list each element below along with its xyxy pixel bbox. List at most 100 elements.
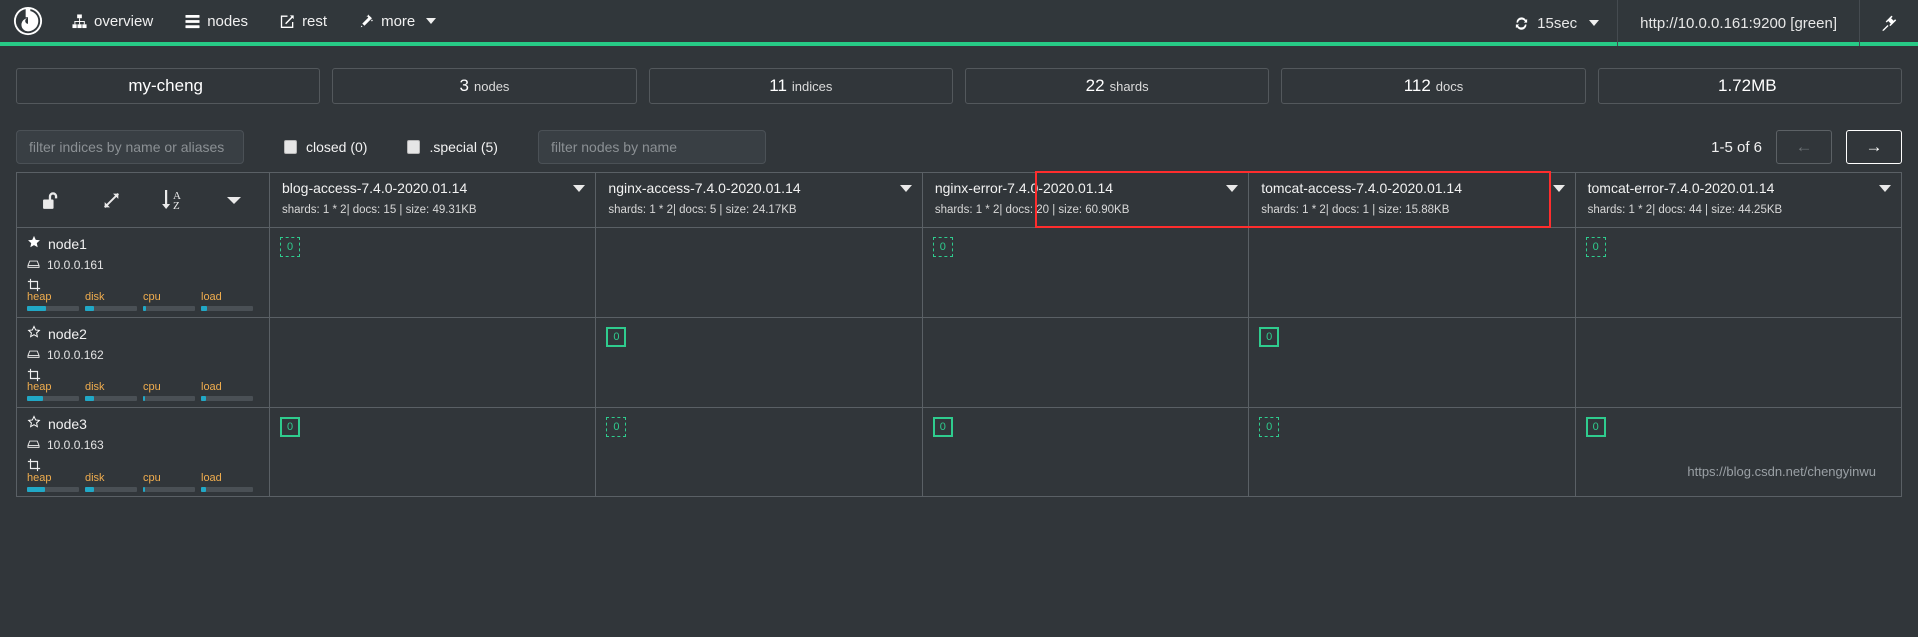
gauge-label: cpu [143, 381, 161, 393]
pagination: 1-5 of 6 ← → [1711, 130, 1902, 164]
stat-unit: indices [791, 78, 833, 94]
index-header: tomcat-error-7.4.0-2020.01.14 shards: 1 … [1575, 173, 1901, 228]
chevron-down-icon[interactable] [224, 190, 244, 210]
nav-item-nodes[interactable]: nodes [169, 0, 264, 44]
shard-replica[interactable]: 0 [606, 417, 627, 437]
gauge-label: disk [85, 291, 105, 303]
node-ip-label: 10.0.0.161 [47, 258, 104, 272]
plug-icon [1881, 15, 1898, 32]
shard-primary[interactable]: 0 [1259, 327, 1280, 347]
expand-arrows-icon[interactable] [101, 190, 122, 211]
cerebro-logo-icon[interactable] [0, 0, 56, 44]
star-outline-icon [27, 325, 41, 342]
index-menu-chevron-down-icon[interactable] [573, 185, 586, 192]
refresh-interval-label: 15sec [1537, 14, 1578, 32]
shard-cell [1575, 318, 1901, 408]
index-column: nginx-error-7.4.0-2020.01.14 shards: 1 *… [922, 173, 1250, 496]
pagination-prev-button[interactable]: ← [1776, 130, 1832, 164]
gauge-bar [27, 306, 79, 311]
svg-text:Z: Z [173, 200, 180, 212]
gauge-fill [143, 487, 146, 492]
filter-nodes-input[interactable] [537, 130, 766, 164]
filter-closed-checkbox[interactable]: closed (0) [284, 139, 367, 155]
gauge-cpu: cpu [143, 381, 201, 401]
hdd-icon [27, 437, 40, 453]
index-name: tomcat-error-7.4.0-2020.01.14 [1587, 180, 1775, 196]
gauge-bar [201, 396, 253, 401]
navbar-right: 15sec http://10.0.0.161:9200 [green] [1496, 0, 1918, 46]
gauge-bar [143, 396, 195, 401]
stat-nodes: 3 nodes [332, 68, 637, 104]
gauge-bar [85, 487, 137, 492]
pagination-next-button[interactable]: → [1846, 130, 1902, 164]
gauge-disk: disk [85, 291, 143, 311]
index-meta: shards: 1 * 2| docs: 15 | size: 49.31KB [282, 204, 477, 216]
unlock-icon[interactable] [42, 190, 63, 211]
gauge-bar [85, 306, 137, 311]
index-meta: shards: 1 * 2| docs: 20 | size: 60.90KB [934, 204, 1130, 216]
shard-replica[interactable]: 0 [1585, 237, 1606, 257]
gauge-label: cpu [143, 472, 161, 484]
node-gauges: heap disk cpu load [27, 472, 259, 492]
gauge-label: heap [27, 472, 52, 484]
sort-alpha-down-icon[interactable]: A Z [160, 188, 186, 212]
index-column: tomcat-error-7.4.0-2020.01.14 shards: 1 … [1575, 173, 1901, 496]
gauge-fill [85, 396, 95, 401]
shard-primary[interactable]: 0 [606, 327, 627, 347]
gauge-fill [85, 306, 95, 311]
index-name: tomcat-access-7.4.0-2020.01.14 [1261, 180, 1462, 196]
index-menu-chevron-down-icon[interactable] [899, 185, 912, 192]
filter-nodes-wrap [537, 130, 766, 164]
cluster-url[interactable]: http://10.0.0.161:9200 [green] [1617, 0, 1860, 46]
index-menu-chevron-down-icon[interactable] [1226, 185, 1239, 192]
gauge-fill [201, 396, 207, 401]
filter-special-checkbox[interactable]: .special (5) [407, 139, 498, 155]
gauge-bar [201, 306, 253, 311]
chevron-down-icon [426, 18, 437, 24]
index-column: tomcat-access-7.4.0-2020.01.14 shards: 1… [1249, 173, 1576, 496]
star-outline-icon [27, 415, 41, 432]
gauge-bar [85, 396, 137, 401]
index-menu-chevron-down-icon[interactable] [1879, 185, 1892, 192]
gauge-fill [201, 487, 207, 492]
node-name-label: node3 [48, 415, 87, 432]
grid-outer: A Z node1 10.0.0.161 heap disk cpu load … [16, 171, 1902, 497]
shard-cell: 0 [1249, 318, 1575, 408]
shard-primary[interactable]: 0 [932, 417, 953, 437]
shard-primary[interactable]: 0 [1585, 417, 1606, 437]
shard-cell: 0 [596, 408, 921, 496]
refresh-interval-selector[interactable]: 15sec [1496, 0, 1617, 46]
filter-special-label: .special (5) [429, 139, 498, 155]
gauge-label: heap [27, 291, 52, 303]
nav-items: overview nodes rest more [56, 0, 452, 44]
disconnect-button[interactable] [1860, 0, 1918, 46]
stat-unit: nodes [474, 78, 510, 94]
stat-docs: 112 docs [1281, 68, 1586, 104]
nav-item-rest[interactable]: rest [264, 0, 343, 44]
gauge-heap: heap [27, 291, 85, 311]
node-gauges: heap disk cpu load [27, 291, 259, 311]
shard-cell: 0 [270, 408, 595, 496]
nav-item-more[interactable]: more [343, 0, 452, 44]
node-ip-label: 10.0.0.162 [47, 348, 104, 362]
nav-item-overview[interactable]: overview [56, 0, 169, 44]
shard-replica[interactable]: 0 [280, 237, 300, 257]
gauge-bar [27, 396, 79, 401]
shard-primary[interactable]: 0 [280, 417, 300, 437]
gauge-load: load [201, 472, 259, 492]
gauge-label: disk [85, 472, 105, 484]
filter-row: closed (0) .special (5) 1-5 of 6 ← → [0, 104, 1918, 172]
nav-item-rest-label: rest [302, 12, 328, 30]
gauge-label: cpu [143, 291, 161, 303]
gauge-disk: disk [85, 381, 143, 401]
stat-value: 22 [1085, 76, 1105, 95]
shard-replica[interactable]: 0 [1259, 417, 1280, 437]
index-header: nginx-access-7.4.0-2020.01.14 shards: 1 … [596, 173, 922, 228]
shard-cell: 0 [1576, 408, 1901, 496]
nav-item-overview-label: overview [94, 12, 154, 30]
shard-replica[interactable]: 0 [932, 237, 953, 257]
filter-indices-input[interactable] [16, 130, 244, 164]
node-gauges: heap disk cpu load [27, 381, 259, 401]
filter-closed-label: closed (0) [306, 139, 368, 155]
index-menu-chevron-down-icon[interactable] [1552, 185, 1565, 192]
